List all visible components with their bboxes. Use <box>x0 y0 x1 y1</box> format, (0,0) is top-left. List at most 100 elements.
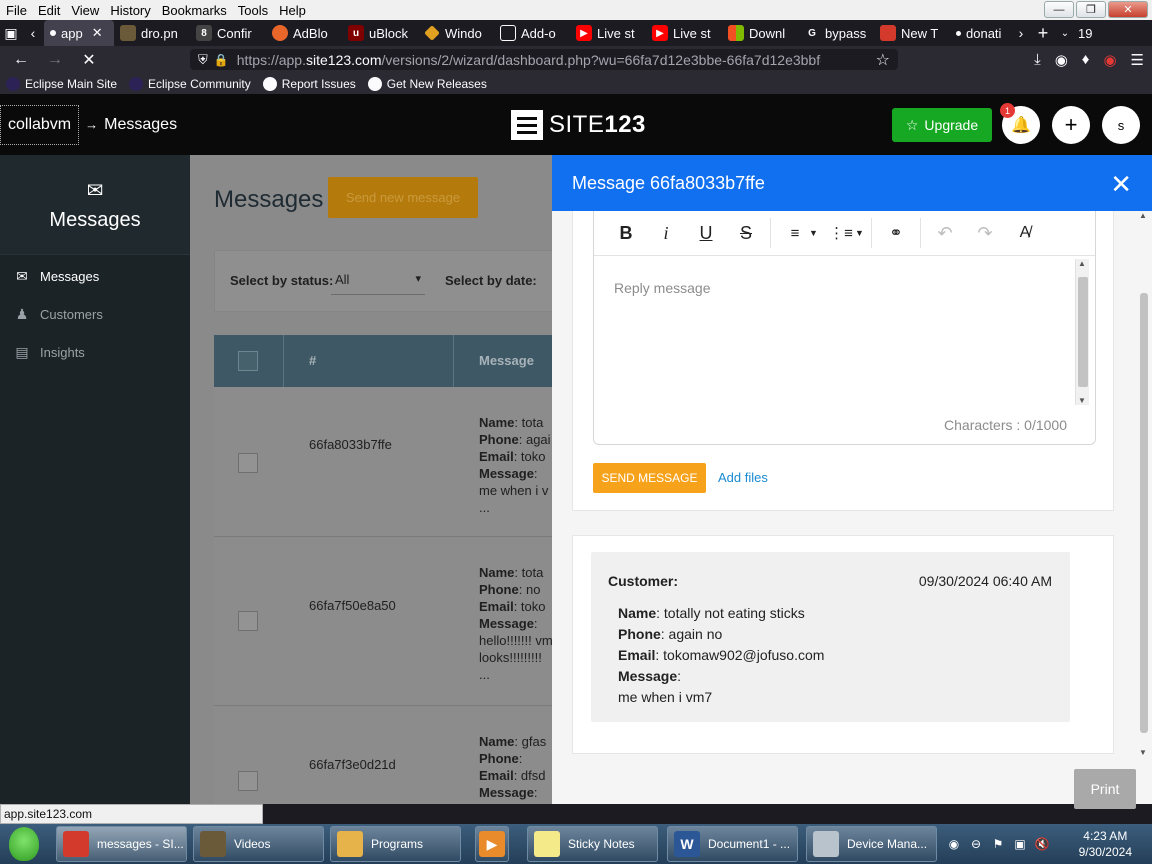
scroll-thumb[interactable] <box>1078 277 1088 387</box>
task-media-player[interactable]: ▶ <box>475 826 509 862</box>
tab-windows[interactable]: Windo <box>418 20 494 46</box>
tab-confirm[interactable]: 8 Confir <box>190 20 266 46</box>
close-tab-icon[interactable]: ✕ <box>92 25 103 41</box>
task-programs[interactable]: Programs <box>330 826 461 862</box>
select-all-checkbox[interactable] <box>238 351 258 371</box>
flag-icon[interactable]: ⚑ <box>990 836 1006 852</box>
scroll-up-icon[interactable]: ▲ <box>1139 211 1147 220</box>
caret-down-icon[interactable]: ▼ <box>855 228 867 238</box>
strikethrough-icon[interactable]: S <box>726 218 766 248</box>
add-button[interactable]: + <box>1052 106 1090 144</box>
send-message-button[interactable]: SEND MESSAGE <box>593 463 706 493</box>
italic-icon[interactable]: i <box>646 218 686 248</box>
sidebar-item-messages[interactable]: ✉ Messages <box>0 257 190 295</box>
account-icon[interactable]: ◉ <box>1055 51 1068 69</box>
bold-icon[interactable]: B <box>606 218 646 248</box>
bookmark-report-issues[interactable]: Report Issues <box>262 76 356 91</box>
caret-down-icon[interactable]: ▼ <box>809 228 821 238</box>
reply-textarea[interactable]: Reply message <box>594 256 1082 406</box>
tab-adblock[interactable]: AdBlo <box>266 20 342 46</box>
volume-muted-icon[interactable]: 🔇 <box>1034 836 1050 852</box>
system-clock[interactable]: 4:23 AM 9/30/2024 <box>1079 828 1132 860</box>
ublock-icon[interactable]: ◉ <box>1103 51 1116 69</box>
underline-icon[interactable]: U <box>686 218 726 248</box>
list-tabs-icon[interactable]: ⌄ <box>1054 20 1076 46</box>
menu-tools[interactable]: Tools <box>232 3 273 18</box>
menu-help[interactable]: Help <box>273 3 311 18</box>
upgrade-button[interactable]: ☆ Upgrade <box>892 108 992 142</box>
avatar[interactable]: s <box>1102 106 1140 144</box>
minus-circle-icon[interactable]: ⊖ <box>968 836 984 852</box>
extensions-icon[interactable]: ♦ <box>1082 51 1090 68</box>
row-checkbox[interactable] <box>238 453 258 473</box>
table-row[interactable]: 66fa7f3e0d21d Name: gfas Phone: Email: d… <box>214 707 552 804</box>
print-button[interactable]: Print <box>1074 769 1136 809</box>
scroll-down-icon[interactable]: ▼ <box>1078 396 1086 405</box>
bookmark-star-icon[interactable]: ☆ <box>876 50 890 70</box>
send-new-message-button[interactable]: Send new message <box>328 177 478 218</box>
menu-edit[interactable]: Edit <box>32 3 65 18</box>
task-device-manager[interactable]: Device Mana... <box>806 826 937 862</box>
start-button[interactable] <box>4 825 44 863</box>
modal-scrollbar[interactable]: ▲ ▼ <box>1138 211 1150 757</box>
sidebar-item-customers[interactable]: ♟ Customers <box>0 295 190 333</box>
table-row[interactable]: 66fa7f50e8a50 Name: tota Phone: no Email… <box>214 538 552 706</box>
sidebar-item-insights[interactable]: ▤ Insights <box>0 333 190 371</box>
forward-icon[interactable]: → <box>38 46 72 73</box>
breadcrumb-project[interactable]: collabvm <box>0 104 80 145</box>
add-files-link[interactable]: Add files <box>718 470 768 485</box>
row-checkbox[interactable] <box>238 771 258 791</box>
back-icon[interactable]: ← <box>4 46 38 73</box>
tab-addons[interactable]: Add-o <box>494 20 570 46</box>
table-row[interactable]: 66fa8033b7ffe Name: tota Phone: agai Ema… <box>214 387 552 537</box>
menu-history[interactable]: History <box>104 3 155 18</box>
tab-download[interactable]: Downl <box>722 20 798 46</box>
scroll-up-icon[interactable]: ▲ <box>1078 259 1086 268</box>
task-word-document[interactable]: W Document1 - ... <box>667 826 798 862</box>
clear-format-icon[interactable]: A̸ <box>1005 218 1045 248</box>
tab-bypass[interactable]: G bypass <box>798 20 874 46</box>
tab-site123[interactable]: app ✕ <box>44 20 114 46</box>
bookmark-get-new-releases[interactable]: Get New Releases <box>367 76 487 91</box>
tab-ublock[interactable]: u uBlock <box>342 20 418 46</box>
close-window-button[interactable]: ✕ <box>1108 1 1148 18</box>
scroll-down-icon[interactable]: ▼ <box>1139 748 1147 757</box>
new-tab-icon[interactable]: + <box>1032 20 1054 46</box>
task-videos[interactable]: Videos <box>193 826 324 862</box>
status-select[interactable]: All <box>331 265 425 295</box>
scroll-tabs-right-icon[interactable]: › <box>1010 20 1032 46</box>
scroll-tabs-left-icon[interactable]: ‹ <box>22 20 44 46</box>
downloads-icon[interactable]: ⤓ <box>1034 51 1041 68</box>
close-icon[interactable]: ✕ <box>1110 169 1132 200</box>
tab-dropn[interactable]: dro.pn <box>114 20 190 46</box>
menu-bookmarks[interactable]: Bookmarks <box>156 3 232 18</box>
minimize-button[interactable]: — <box>1044 1 1074 18</box>
bookmark-eclipse-community[interactable]: Eclipse Community <box>129 76 251 91</box>
bookmark-eclipse-main[interactable]: Eclipse Main Site <box>6 76 117 91</box>
network-globe-icon[interactable]: ◉ <box>946 836 962 852</box>
column-header-message[interactable]: Message <box>479 353 534 368</box>
link-icon[interactable]: ⚭ <box>876 218 916 248</box>
monitor-icon[interactable]: ▣ <box>1012 836 1028 852</box>
maximize-button[interactable]: ❐ <box>1076 1 1106 18</box>
scroll-thumb[interactable] <box>1140 293 1148 733</box>
column-header-id[interactable]: # <box>309 353 316 368</box>
task-sticky-notes[interactable]: Sticky Notes <box>527 826 658 862</box>
stop-icon[interactable]: ✕ <box>72 46 106 73</box>
row-checkbox[interactable] <box>238 611 258 631</box>
menu-view[interactable]: View <box>65 3 104 18</box>
editor-scrollbar[interactable]: ▲ ▼ <box>1075 259 1089 405</box>
menu-file[interactable]: File <box>0 3 32 18</box>
tab-live-2[interactable]: ▶ Live st <box>646 20 722 46</box>
tab-live-1[interactable]: ▶ Live st <box>570 20 646 46</box>
tab-donation[interactable]: donati <box>950 20 1010 46</box>
shield-icon[interactable]: ⛨ <box>198 52 208 68</box>
tab-new[interactable]: New T <box>874 20 950 46</box>
task-messages-browser[interactable]: messages - SI... <box>56 826 187 862</box>
tab-overview-icon[interactable]: ▣ <box>0 20 22 46</box>
redo-icon[interactable]: ↷ <box>965 218 1005 248</box>
menu-hamburger-icon[interactable]: ☰ <box>1131 51 1144 69</box>
lock-icon[interactable]: 🔒 <box>214 53 229 67</box>
undo-icon[interactable]: ↶ <box>925 218 965 248</box>
site123-logo[interactable]: SITE 123 <box>511 110 646 140</box>
